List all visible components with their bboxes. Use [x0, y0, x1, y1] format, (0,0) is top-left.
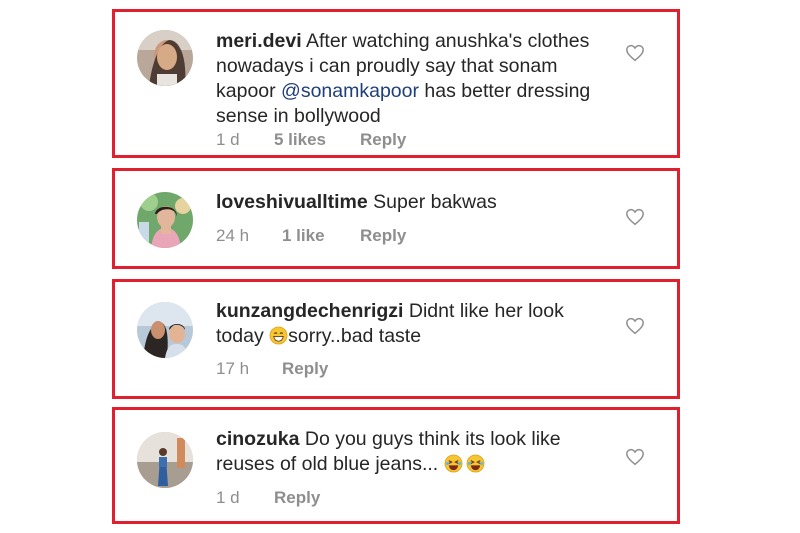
avatar[interactable] — [137, 192, 193, 248]
laughing-face-emoji — [444, 454, 463, 473]
comment-card: kunzangdechenrigzi Didnt like her look t… — [112, 279, 680, 399]
comment-time: 1 d — [216, 488, 240, 507]
comment-card: cinozuka Do you guys think its look like… — [112, 407, 680, 524]
reply-button[interactable]: Reply — [282, 359, 328, 379]
avatar[interactable] — [137, 432, 193, 488]
comment-meta: 24 h 1 like Reply — [216, 226, 406, 246]
heart-icon[interactable] — [625, 448, 645, 466]
likes-count[interactable]: 1 like — [282, 226, 360, 246]
heart-icon[interactable] — [625, 208, 645, 226]
comment-username[interactable]: loveshivualltime — [216, 191, 368, 213]
comment-meta: 1 d Reply — [216, 488, 320, 508]
avatar[interactable] — [137, 302, 193, 358]
comment-text: Super bakwas — [373, 191, 497, 213]
reply-button[interactable]: Reply — [360, 130, 406, 150]
comment-body: loveshivualltime Super bakwas — [216, 190, 616, 215]
comment-meta: 1 d 5 likes Reply — [216, 130, 406, 150]
comment-body: cinozuka Do you guys think its look like… — [216, 427, 616, 477]
comment-meta: 17 h Reply — [216, 359, 328, 379]
comment-time: 17 h — [216, 359, 250, 378]
laughing-face-emoji — [466, 454, 485, 473]
comment-text: sorry..bad taste — [288, 325, 422, 347]
likes-count[interactable]: 5 likes — [274, 130, 360, 150]
comment-time: 24 h — [216, 226, 250, 245]
avatar[interactable] — [137, 30, 193, 86]
comment-body: kunzangdechenrigzi Didnt like her look t… — [216, 299, 616, 349]
comment-card: loveshivualltime Super bakwas 24 h 1 like… — [112, 168, 680, 269]
comment-card: meri.devi After watching anushka's cloth… — [112, 9, 680, 158]
reply-button[interactable]: Reply — [360, 226, 406, 246]
comment-body: meri.devi After watching anushka's cloth… — [216, 29, 616, 129]
comment-username[interactable]: meri.devi — [216, 30, 302, 52]
comment-username[interactable]: kunzangdechenrigzi — [216, 300, 403, 322]
comment-time: 1 d — [216, 130, 240, 149]
grinning-face-emoji — [269, 326, 288, 345]
heart-icon[interactable] — [625, 44, 645, 62]
comment-username[interactable]: cinozuka — [216, 428, 299, 450]
mention-link[interactable]: @sonamkapoor — [281, 80, 419, 102]
heart-icon[interactable] — [625, 317, 645, 335]
reply-button[interactable]: Reply — [274, 488, 320, 508]
